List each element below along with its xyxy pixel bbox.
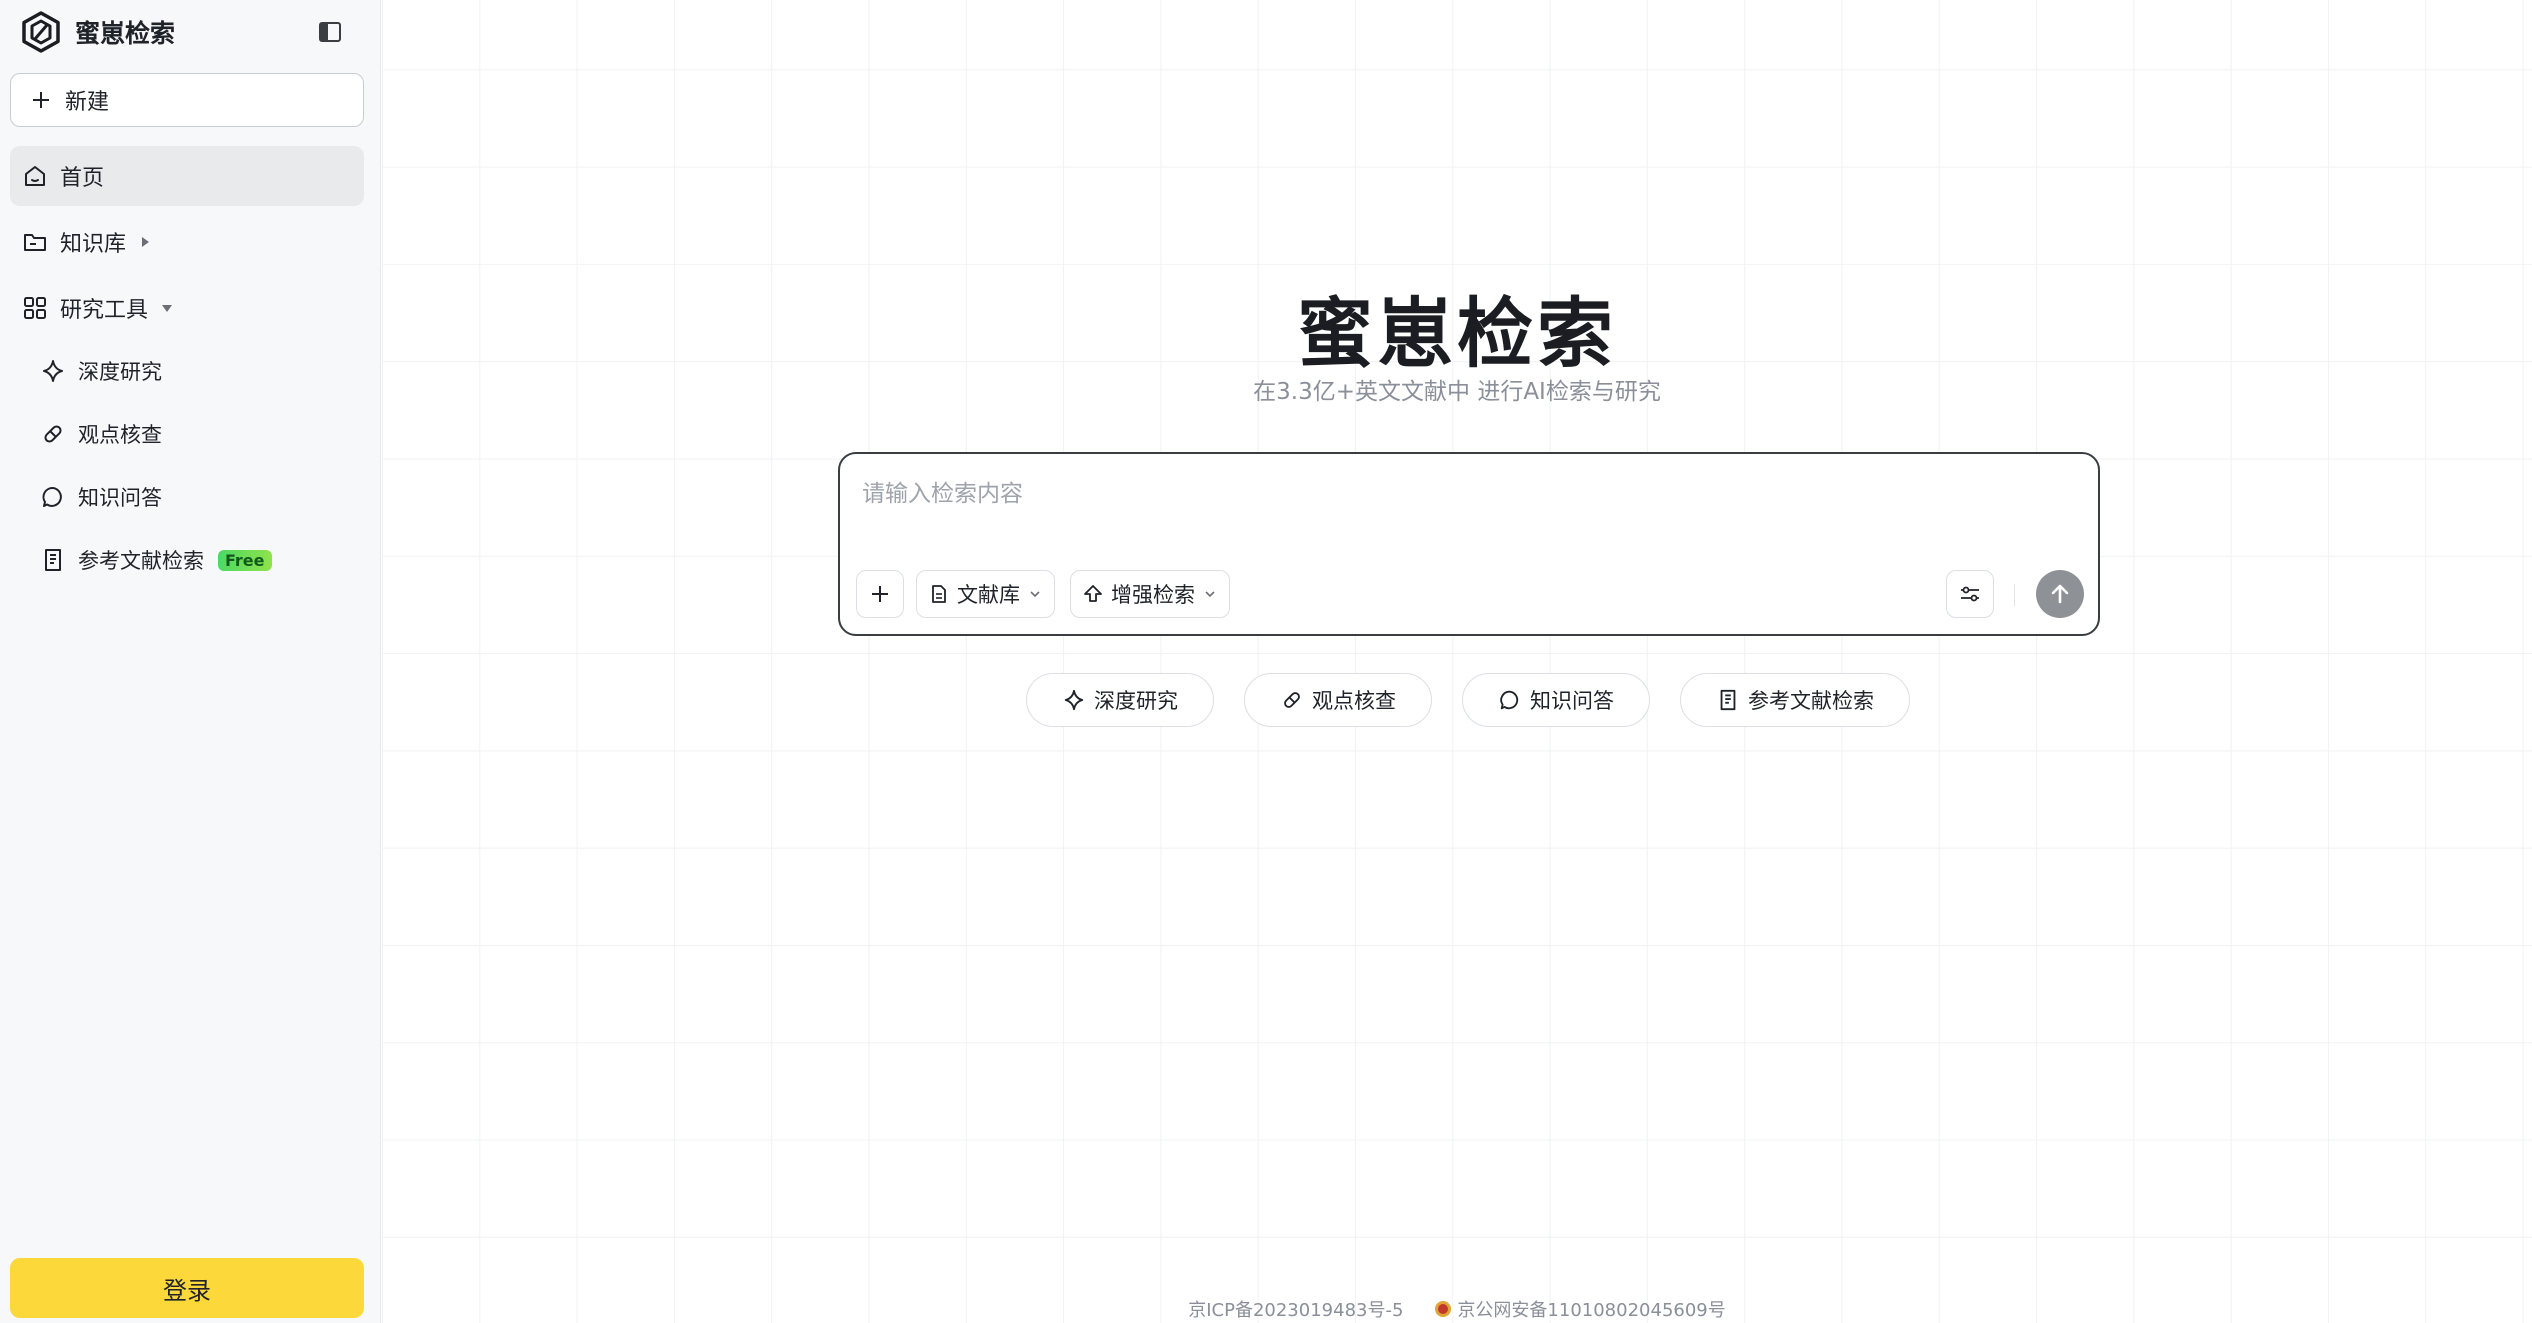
free-badge: Free bbox=[218, 549, 272, 571]
sidebar-item-label: 观点核查 bbox=[78, 423, 162, 447]
enhanced-search-label: 增强检索 bbox=[1111, 583, 1195, 607]
plus-icon bbox=[33, 92, 49, 108]
add-attachment-button[interactable] bbox=[856, 570, 904, 618]
page-title: 蜜崽检索 bbox=[1297, 289, 1617, 378]
police-badge-icon bbox=[1435, 1301, 1452, 1317]
sidebar-item-home[interactable]: 首页 bbox=[10, 146, 364, 206]
chip-label: 参考文献检索 bbox=[1748, 689, 1874, 713]
folder-icon bbox=[24, 234, 46, 251]
sparkle-icon bbox=[1064, 689, 1084, 711]
sidebar-item-research-tools[interactable]: 研究工具 bbox=[10, 278, 364, 338]
sidebar-item-knowledge-qa[interactable]: 知识问答 bbox=[30, 472, 364, 522]
sidebar-toggle-icon bbox=[319, 22, 341, 42]
pill-icon bbox=[1284, 692, 1300, 708]
sidebar-item-knowledge-base[interactable]: 知识库 bbox=[10, 212, 364, 272]
sparkle-icon bbox=[43, 360, 63, 382]
toolbar-divider bbox=[2014, 584, 2015, 606]
page-subtitle: 在3.3亿+英文文献中 进行AI检索与研究 bbox=[1253, 379, 1661, 405]
brand[interactable]: 蜜崽检索 bbox=[19, 10, 175, 54]
chat-bubble-icon bbox=[42, 487, 62, 507]
plus-icon bbox=[872, 586, 888, 602]
document-list-icon bbox=[45, 549, 61, 571]
chip-reference-search[interactable]: 参考文献检索 bbox=[1680, 673, 1910, 727]
chat-bubble-icon bbox=[1500, 690, 1519, 710]
sidebar-item-label: 研究工具 bbox=[60, 298, 149, 323]
hexagon-logo-icon bbox=[22, 11, 60, 53]
brand-name: 蜜崽检索 bbox=[75, 19, 176, 48]
new-button[interactable]: 新建 bbox=[10, 73, 364, 127]
police-record: 京公网安备11010802045609号 bbox=[1433, 1296, 1726, 1322]
grid-icon bbox=[24, 297, 46, 319]
footer: 京ICP备2023019483号-5 京公网安备11010802045609号 bbox=[382, 1296, 2532, 1322]
login-button[interactable]: 登录 bbox=[10, 1258, 364, 1318]
sidebar: 蜜崽检索 新建 首页 知识库 研究工具 深度研究 观点核查 知识问答 参考文献检… bbox=[0, 0, 381, 1323]
arrow-up-icon bbox=[2051, 584, 2069, 604]
home-icon bbox=[25, 166, 45, 186]
chip-deep-research[interactable]: 深度研究 bbox=[1026, 673, 1214, 727]
chevron-down-icon bbox=[1030, 591, 1040, 598]
chip-label: 知识问答 bbox=[1530, 689, 1614, 713]
sidebar-item-label: 参考文献检索 bbox=[78, 549, 204, 573]
icp-link[interactable]: 京ICP备2023019483号-5 bbox=[1188, 1296, 1403, 1322]
chip-label: 深度研究 bbox=[1094, 689, 1178, 713]
sidebar-item-reference-search[interactable]: 参考文献检索 Free bbox=[30, 535, 364, 585]
sidebar-item-label: 知识库 bbox=[60, 232, 127, 257]
sidebar-item-fact-check[interactable]: 观点核查 bbox=[30, 409, 364, 459]
login-button-label: 登录 bbox=[163, 1276, 211, 1305]
send-button[interactable] bbox=[2036, 570, 2084, 618]
sidebar-item-label: 首页 bbox=[60, 166, 105, 191]
sidebar-item-deep-research[interactable]: 深度研究 bbox=[30, 346, 364, 396]
enhanced-search-dropdown[interactable]: 增强检索 bbox=[1070, 570, 1230, 618]
library-dropdown[interactable]: 文献库 bbox=[916, 570, 1055, 618]
police-link[interactable]: 京公网安备11010802045609号 bbox=[1457, 1296, 1725, 1322]
search-box: 文献库 增强检索 bbox=[838, 452, 2100, 636]
collapse-sidebar-button[interactable] bbox=[316, 18, 344, 46]
filter-settings-button[interactable] bbox=[1946, 570, 1994, 618]
sidebar-item-label: 知识问答 bbox=[78, 486, 162, 510]
sidebar-item-label: 深度研究 bbox=[78, 360, 162, 384]
chevron-down-icon bbox=[1205, 591, 1215, 598]
chip-knowledge-qa[interactable]: 知识问答 bbox=[1462, 673, 1650, 727]
document-icon bbox=[932, 585, 946, 603]
caret-down-icon bbox=[162, 305, 173, 312]
document-list-icon bbox=[1720, 689, 1736, 711]
search-input[interactable] bbox=[862, 474, 2062, 514]
pill-icon bbox=[44, 425, 62, 443]
new-button-label: 新建 bbox=[65, 90, 110, 115]
chip-label: 观点核查 bbox=[1312, 689, 1396, 713]
chip-fact-check[interactable]: 观点核查 bbox=[1244, 673, 1432, 727]
arrow-up-outline-icon bbox=[1084, 585, 1102, 602]
library-label: 文献库 bbox=[957, 583, 1020, 607]
sliders-icon bbox=[1961, 586, 1979, 602]
caret-right-icon bbox=[142, 237, 150, 247]
main-content: 蜜崽检索 在3.3亿+英文文献中 进行AI检索与研究 文献库 bbox=[382, 0, 2532, 1323]
